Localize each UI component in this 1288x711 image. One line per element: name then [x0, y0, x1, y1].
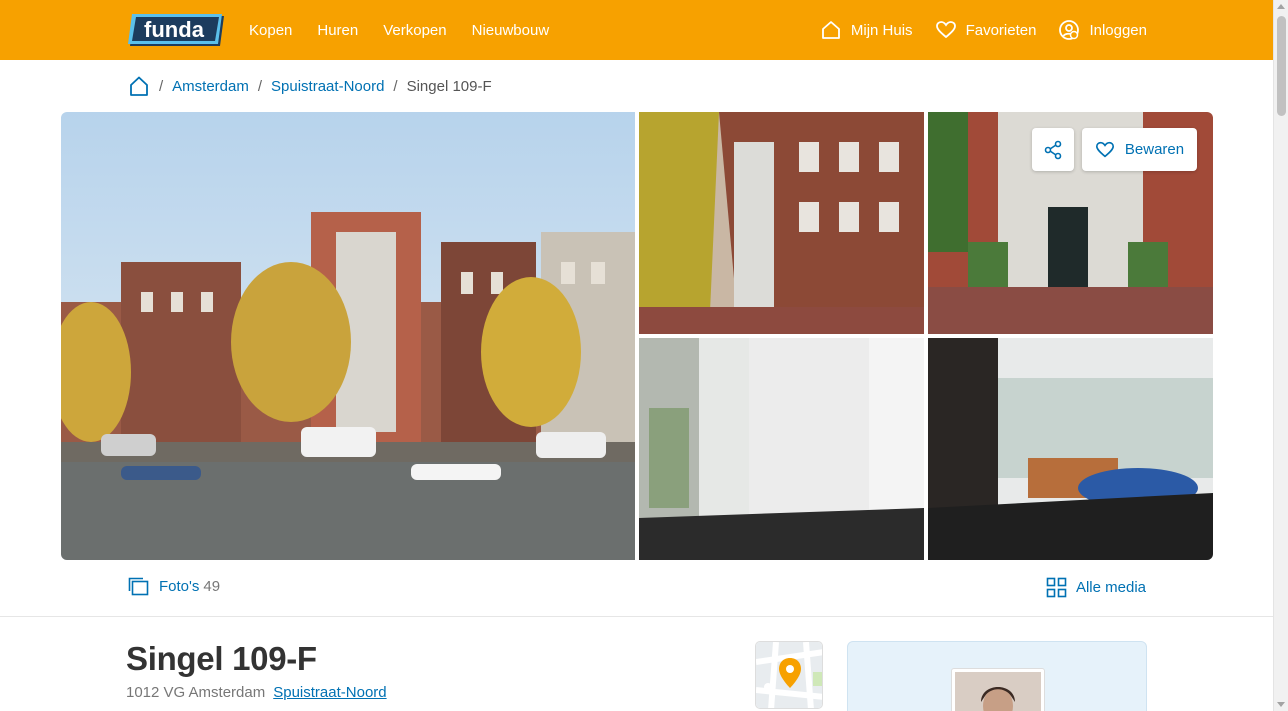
- mini-map[interactable]: [755, 641, 823, 709]
- user-navigation: Mijn Huis Favorieten Inloggen: [798, 0, 1147, 60]
- favorieten-label: Favorieten: [965, 21, 1037, 39]
- media-bar: Foto's 49 Alle media: [0, 560, 1273, 617]
- top-navigation-bar: funda Kopen Huren Verkopen Nieuwbouw Mij…: [0, 0, 1273, 60]
- grid-icon: [1046, 577, 1067, 598]
- breadcrumb-separator: /: [257, 77, 263, 95]
- photo-living-room[interactable]: [928, 338, 1213, 560]
- photos-count: 49: [203, 578, 221, 595]
- share-icon: [1044, 140, 1062, 159]
- breadcrumb: / Amsterdam / Spuistraat-Noord / Singel …: [128, 74, 492, 98]
- agent-card: [847, 641, 1147, 711]
- breadcrumb-neighbourhood[interactable]: Spuistraat-Noord: [271, 78, 384, 95]
- nav-kopen[interactable]: Kopen: [249, 22, 292, 39]
- main-photo[interactable]: [61, 112, 635, 560]
- user-login-icon: [1059, 20, 1080, 40]
- breadcrumb-separator: /: [393, 77, 398, 95]
- svg-text:funda: funda: [144, 17, 205, 42]
- funda-logo[interactable]: funda: [128, 12, 226, 48]
- share-button[interactable]: [1032, 128, 1074, 171]
- home-icon[interactable]: [128, 75, 150, 97]
- all-media-link[interactable]: Alle media: [1046, 577, 1146, 598]
- photo-hallway[interactable]: [639, 338, 924, 560]
- breadcrumb-current: Singel 109-F: [406, 77, 492, 95]
- mijn-huis-label: Mijn Huis: [850, 21, 913, 39]
- save-label: Bewaren: [1124, 141, 1185, 158]
- listing-address: 1012 VG Amsterdam Spuistraat-Noord: [126, 684, 387, 701]
- save-button[interactable]: Bewaren: [1082, 128, 1197, 171]
- house-icon: [821, 21, 840, 39]
- photo-facade[interactable]: [639, 112, 924, 334]
- scroll-up-arrow-icon[interactable]: [1277, 4, 1285, 9]
- listing-title: Singel 109-F: [126, 640, 317, 677]
- favorieten-link[interactable]: Favorieten: [935, 19, 1037, 41]
- scroll-thumb[interactable]: [1277, 16, 1286, 116]
- breadcrumb-city[interactable]: Amsterdam: [172, 78, 249, 95]
- neighbourhood-link[interactable]: Spuistraat-Noord: [273, 684, 386, 701]
- scroll-down-arrow-icon[interactable]: [1277, 702, 1285, 707]
- photos-label: Foto's: [159, 578, 200, 595]
- mijn-huis-link[interactable]: Mijn Huis: [820, 19, 913, 41]
- inloggen-label: Inloggen: [1089, 21, 1147, 39]
- nav-nieuwbouw[interactable]: Nieuwbouw: [472, 22, 550, 39]
- page-scrollbar[interactable]: [1273, 0, 1288, 711]
- postal-code: 1012 VG Amsterdam: [126, 684, 266, 701]
- photos-icon: [128, 577, 149, 596]
- heart-icon: [1095, 141, 1114, 157]
- nav-verkopen[interactable]: Verkopen: [383, 22, 446, 39]
- breadcrumb-separator: /: [159, 77, 164, 95]
- all-media-label: Alle media: [1075, 579, 1146, 596]
- heart-icon: [935, 21, 956, 39]
- map-pin-icon: [756, 642, 822, 708]
- nav-huren[interactable]: Huren: [317, 22, 358, 39]
- photo-gallery: [61, 112, 1213, 560]
- inloggen-link[interactable]: Inloggen: [1058, 19, 1147, 41]
- photos-link[interactable]: Foto's 49: [128, 577, 220, 596]
- main-navigation: Kopen Huren Verkopen Nieuwbouw: [249, 0, 574, 60]
- agent-photo: [951, 668, 1045, 711]
